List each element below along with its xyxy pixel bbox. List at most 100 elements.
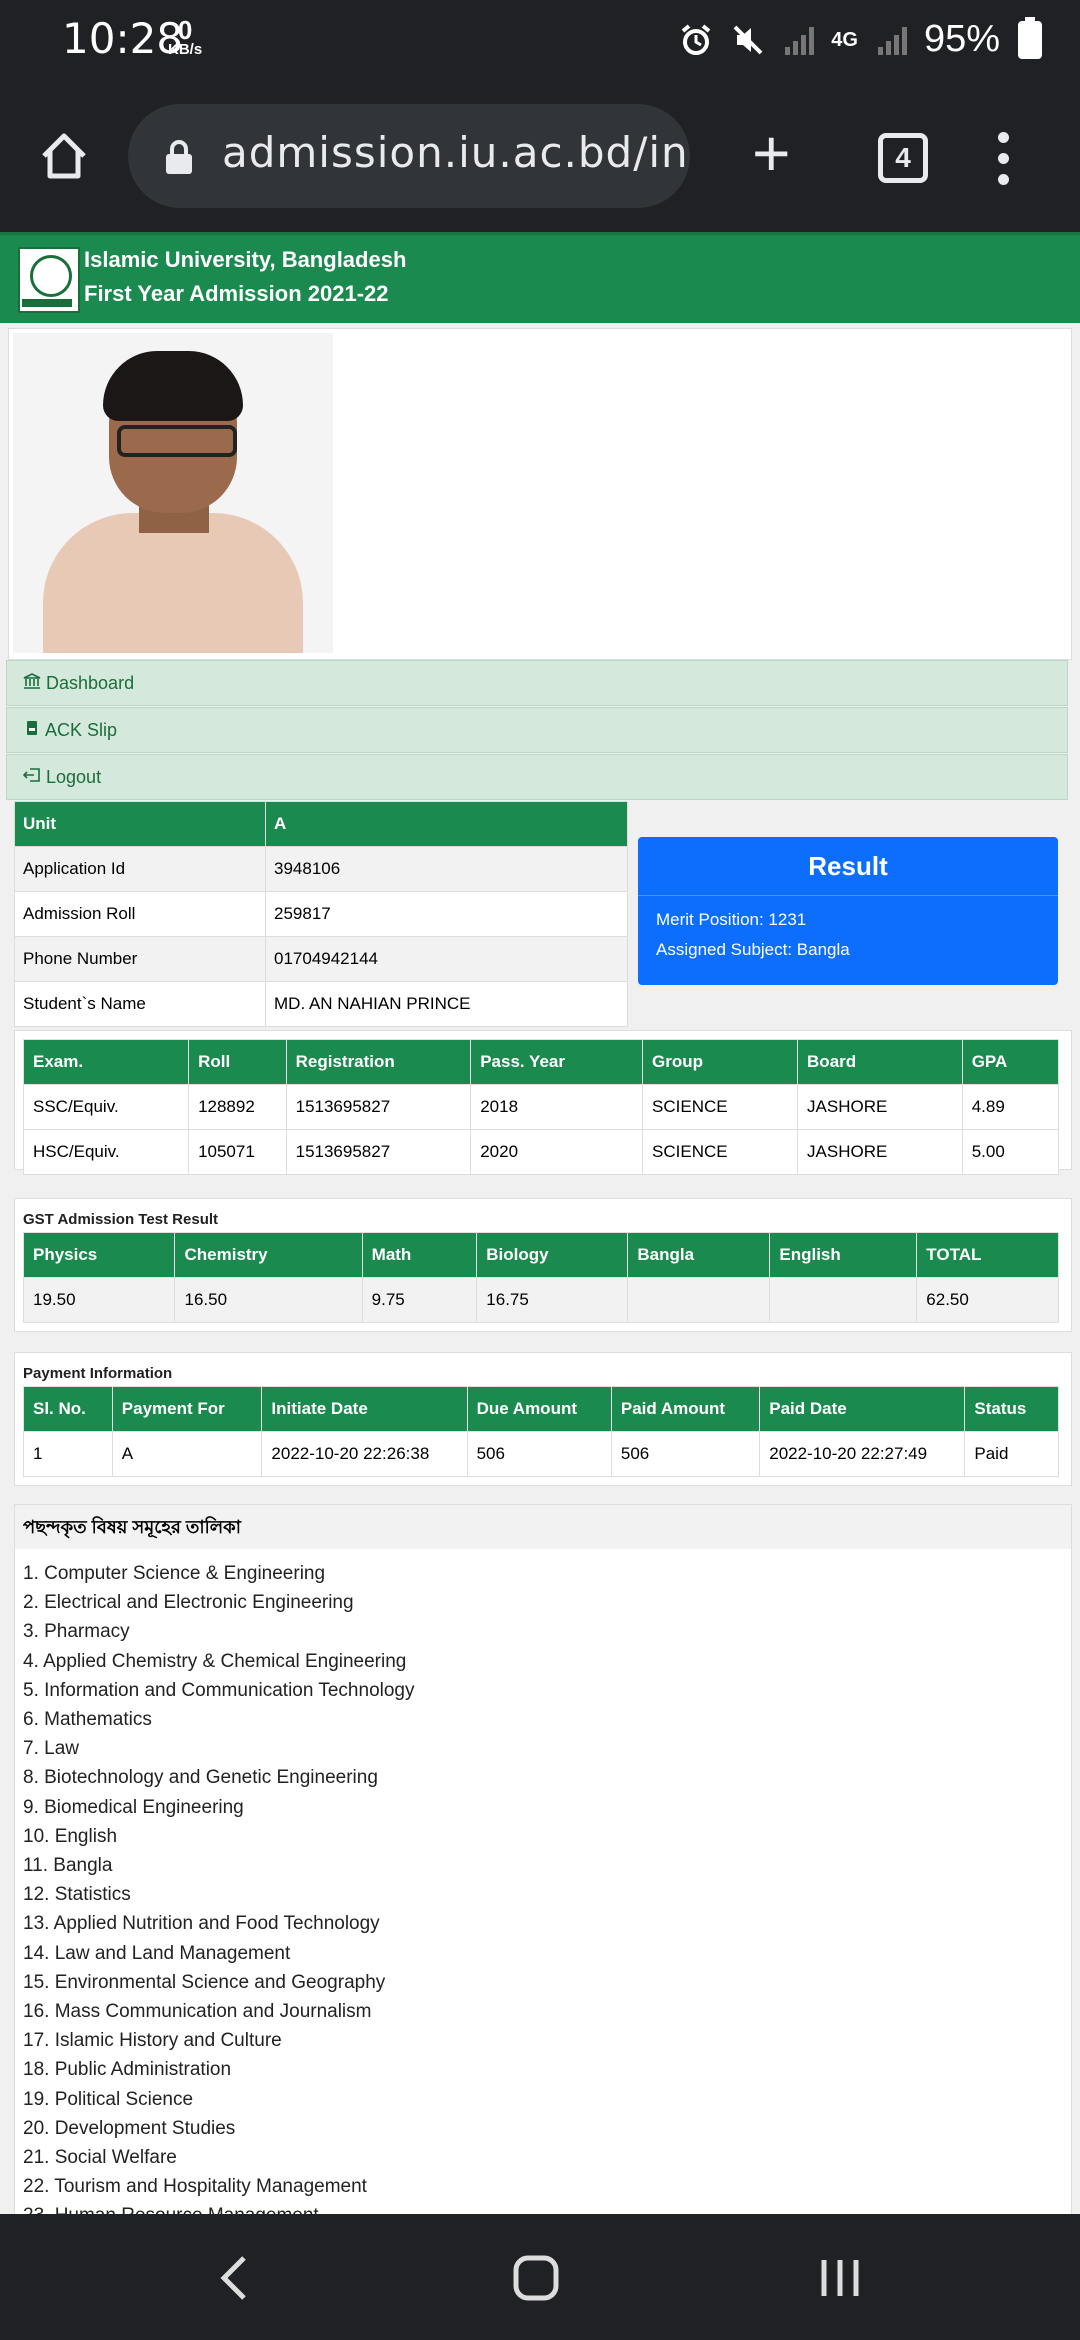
result-card: Result Merit Position: 1231 Assigned Sub… [638,837,1058,985]
nav-dashboard[interactable]: Dashboard [6,660,1068,706]
info-label: Phone Number [14,936,266,982]
column-header: Group [642,1039,799,1085]
list-item: 1. Computer Science & Engineering [23,1563,326,1584]
info-value: MD. AN NAHIAN PRINCE [265,981,628,1027]
list-item: 14. Law and Land Management [23,1942,291,1964]
info-row: Admission Roll 259817 [14,891,628,937]
table-cell: SCIENCE [642,1129,799,1175]
column-header: Chemistry [174,1232,363,1278]
table-cell: 16.50 [174,1277,363,1323]
status-icons: 4G 95% [679,16,1042,61]
network-type: 4G [831,28,858,51]
address-bar[interactable]: admission.iu.ac.bd/ind [128,104,690,208]
info-label: Student`s Name [14,981,266,1027]
merit-position: Merit Position: 1231 [656,910,807,929]
table-cell: 506 [610,1431,761,1477]
more-menu-icon[interactable] [998,132,1012,195]
university-logo[interactable] [18,247,80,313]
gst-table: Physics Chemistry Math Biology Bangla English… [22,1232,1059,1323]
status-bar: 10:28 0 KB/s 4G 95% [0,0,1080,80]
lock-icon [166,140,192,174]
nav-ack-slip-label: ACK Slip [45,720,118,740]
column-header: Initiate Date [261,1386,468,1432]
nav-ack-slip[interactable]: ACK Slip [6,707,1068,753]
list-item: 7. Law [23,1738,79,1760]
gst-panel: GST Admission Test Result Physics Chemist… [14,1198,1072,1332]
back-icon[interactable] [214,2254,254,2302]
table-cell: 16.75 [476,1277,629,1323]
column-header: Payment For [111,1386,263,1432]
column-header: Due Amount [466,1386,612,1432]
info-value: 259817 [265,891,628,937]
signal-icon-2 [876,25,907,55]
list-item: 12. Statistics [23,1884,131,1906]
table-cell: 19.50 [22,1277,176,1323]
tab-switcher-button[interactable]: 4 [878,133,928,183]
mute-icon [733,25,763,54]
table-cell: JASHORE [797,1084,963,1130]
table-cell: 1 [23,1431,113,1477]
result-title: Result [638,837,1058,896]
subject-choice-list: 1. Computer Science & Engineering 2. Elec… [15,1549,1071,2214]
list-item: 19. Political Science [23,2088,194,2110]
list-item: 6. Mathematics [23,1709,152,1731]
exam-panel: Exam. Roll Registration Pass. Year Group Boar… [14,1030,1072,1175]
home-icon[interactable] [38,130,90,182]
table-cell [769,1277,918,1323]
info-label: Unit [14,801,266,847]
table-cell: 105071 [188,1129,287,1175]
recents-icon[interactable] [816,2254,864,2302]
info-label: Admission Roll [14,891,266,937]
table-cell: JASHORE [797,1129,963,1175]
list-item: 3. Pharmacy [23,1621,130,1643]
site-header: Islamic University, Bangladesh First Yea… [0,232,1080,323]
document-icon [27,721,37,735]
table-cell: 128892 [188,1084,287,1130]
admission-title[interactable]: First Year Admission 2021-22 [84,281,389,307]
url-text[interactable]: admission.iu.ac.bd/ind [222,128,690,177]
table-row: 19.50 16.50 9.75 16.75 62.50 [22,1277,1059,1323]
applicant-info-table: Unit A Application Id 3948106 Admission Roll… [14,801,628,1027]
table-cell: A [111,1431,263,1477]
payment-caption: Payment Information [23,1365,173,1382]
table-row: 1 A 2022-10-20 22:26:38 506 506 2022-10-20 22… [23,1431,1059,1477]
info-row: Student`s Name MD. AN NAHIAN PRINCE [14,981,628,1027]
column-header: English [769,1232,918,1278]
applicant-photo [13,333,333,653]
table-cell: 1513695827 [285,1084,472,1130]
info-row: Application Id 3948106 [14,846,628,892]
list-item: 5. Information and Communication Technol… [23,1679,415,1701]
net-speed: 0 KB/s [168,17,202,58]
column-header: Status [964,1386,1059,1432]
table-cell: 2022-10-20 22:26:38 [261,1431,468,1477]
university-name[interactable]: Islamic University, Bangladesh [84,247,406,273]
signal-icon [783,25,815,55]
column-header: Math [361,1232,478,1278]
nav-dashboard-label: Dashboard [46,673,135,693]
list-item: 22. Tourism and Hospitality Management [23,2176,367,2198]
table-cell: 2020 [470,1129,644,1175]
new-tab-icon[interactable]: + [752,120,791,186]
list-item: 23. Human Resource Management [23,2201,1071,2214]
table-cell: 1513695827 [285,1129,472,1175]
list-item: 11. Bangla [23,1855,113,1877]
column-header: Paid Amount [610,1386,761,1432]
list-item: 10. English [23,1825,118,1847]
list-item: 16. Mass Communication and Journalism [23,2001,372,2023]
payment-table: Sl. No. Payment For Initiate Date Due Amoun… [23,1386,1059,1477]
clock: 10:28 [62,14,184,63]
nav-logout[interactable]: Logout [6,754,1068,800]
nav-logout-label: Logout [46,767,102,787]
table-cell: 5.00 [961,1129,1060,1175]
column-header: Physics [22,1232,176,1278]
exam-table: Exam. Roll Registration Pass. Year Group Boar… [22,1039,1060,1175]
home-nav-icon[interactable] [512,2254,560,2302]
battery-icon [1018,16,1042,59]
column-header: Paid Date [759,1386,966,1432]
column-header: Exam. [22,1039,190,1085]
battery-percent: 95% [923,18,1000,60]
info-value: A [265,801,628,847]
logout-icon [22,768,40,782]
info-value: 01704942144 [265,936,628,982]
column-header: Pass. Year [470,1039,644,1085]
